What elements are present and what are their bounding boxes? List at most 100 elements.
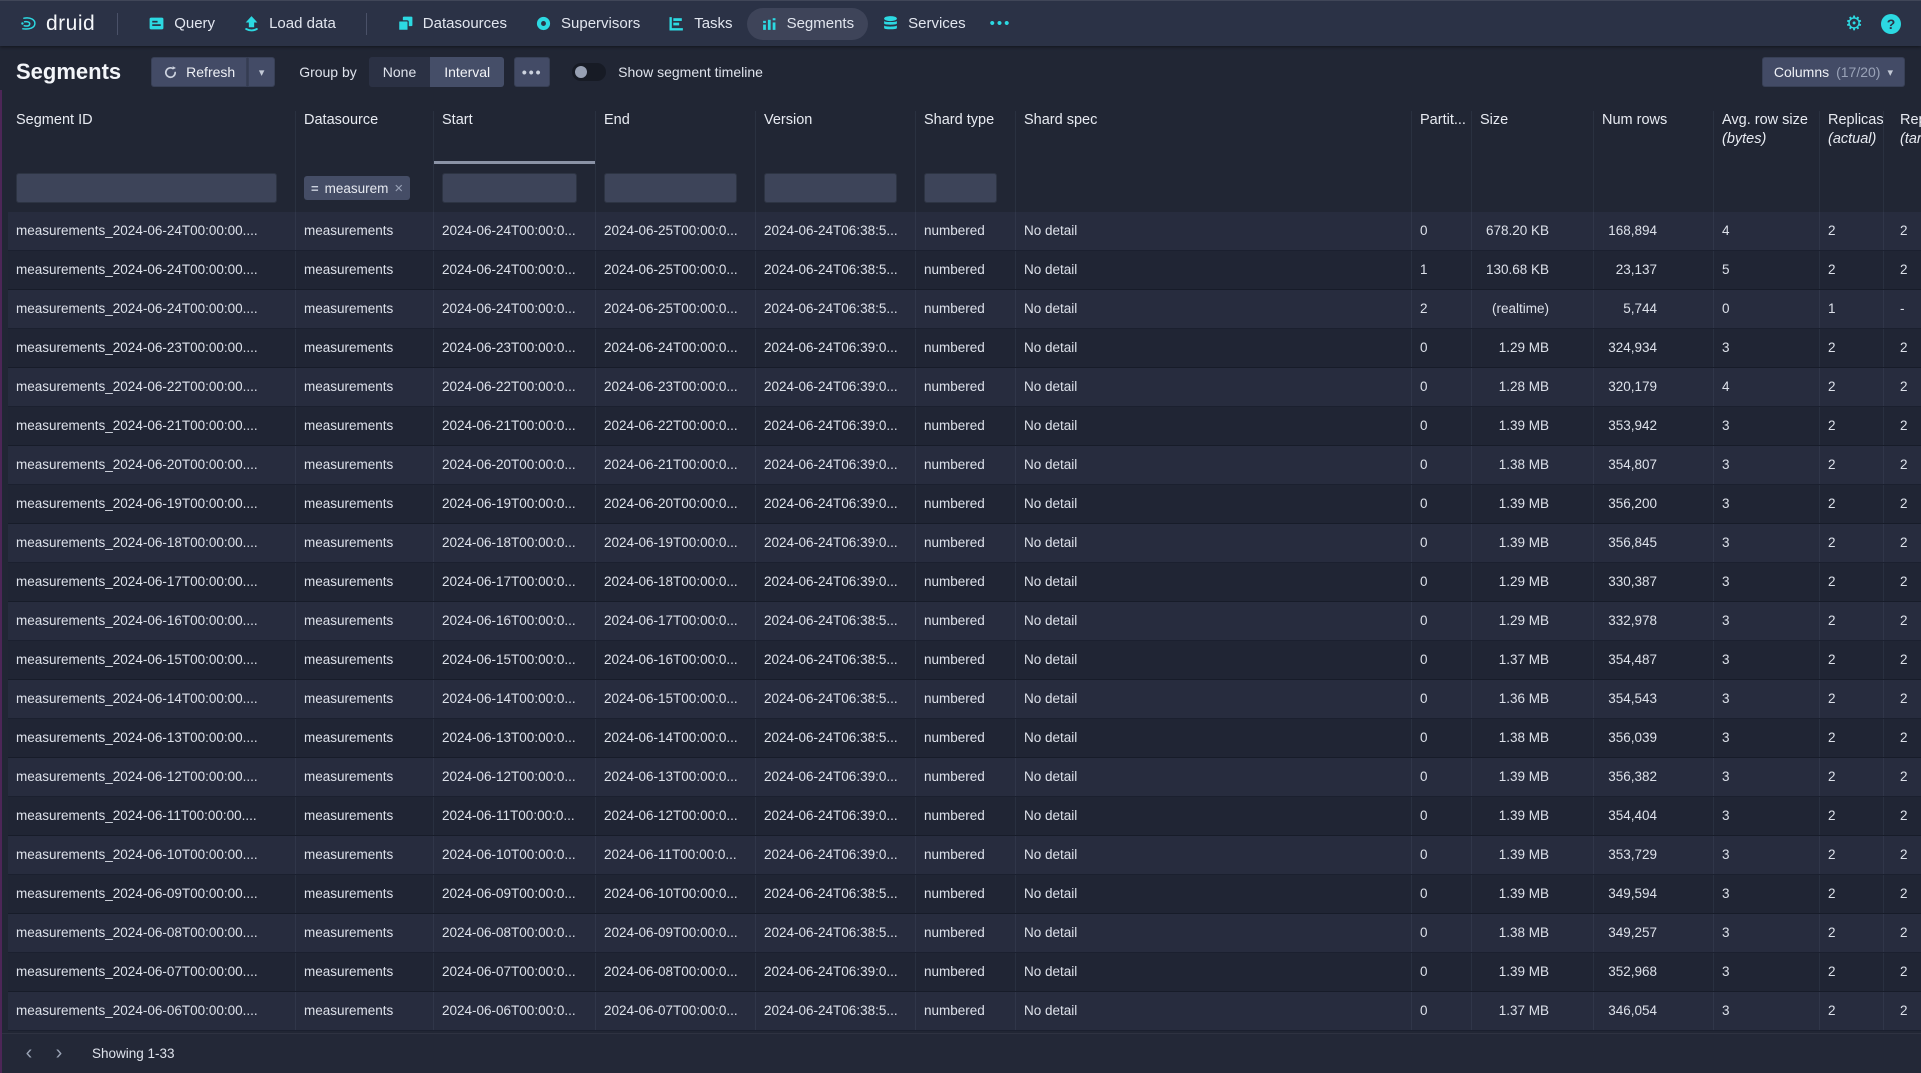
column-header-avg-row-size[interactable]: Avg. row size(bytes) [1714, 111, 1820, 164]
start-filter-input[interactable] [442, 173, 577, 203]
segment-id-cell[interactable]: measurements_2024-06-14T00:00:00.... [8, 680, 296, 718]
segment-id-cell[interactable]: measurements_2024-06-07T00:00:00.... [8, 953, 296, 991]
segment-id-cell[interactable]: measurements_2024-06-16T00:00:00.... [8, 602, 296, 640]
table-row[interactable]: measurements_2024-06-15T00:00:00.... mea… [8, 641, 1921, 680]
segment-id-cell[interactable]: measurements_2024-06-15T00:00:00.... [8, 641, 296, 679]
segment-id-cell[interactable]: measurements_2024-06-06T00:00:00.... [8, 992, 296, 1030]
num-rows-cell: 356,845 [1594, 524, 1714, 562]
nav-item-query[interactable]: Query [134, 8, 229, 40]
group-by-segmented-control: None Interval [369, 57, 504, 87]
replication-factor-cell: 2 [1884, 758, 1921, 796]
segment-id-cell[interactable]: measurements_2024-06-10T00:00:00.... [8, 836, 296, 874]
table-row[interactable]: measurements_2024-06-10T00:00:00.... mea… [8, 836, 1921, 875]
replication-factor-cell: 2 [1884, 485, 1921, 523]
previous-page-button[interactable]: ‹ [14, 1039, 44, 1069]
columns-dropdown-button[interactable]: Columns (17/20) ▾ [1762, 57, 1905, 87]
table-row[interactable]: measurements_2024-06-18T00:00:00.... mea… [8, 524, 1921, 563]
nav-item-load-data[interactable]: Load data [229, 8, 350, 40]
group-by-interval-button[interactable]: Interval [430, 57, 504, 87]
segment-id-cell[interactable]: measurements_2024-06-13T00:00:00.... [8, 719, 296, 757]
segment-id-cell[interactable]: measurements_2024-06-23T00:00:00.... [8, 329, 296, 367]
next-page-button[interactable]: › [44, 1039, 74, 1069]
more-options-button[interactable]: ••• [514, 57, 550, 87]
segment-id-cell[interactable]: measurements_2024-06-21T00:00:00.... [8, 407, 296, 445]
table-row[interactable]: measurements_2024-06-16T00:00:00.... mea… [8, 602, 1921, 641]
segment-id-cell[interactable]: measurements_2024-06-11T00:00:00.... [8, 797, 296, 835]
column-header-num-rows[interactable]: Num rows [1594, 111, 1714, 164]
shard-type-cell: numbered [916, 875, 1016, 913]
segment-id-cell[interactable]: measurements_2024-06-19T00:00:00.... [8, 485, 296, 523]
table-row[interactable]: measurements_2024-06-14T00:00:00.... mea… [8, 680, 1921, 719]
segment-id-cell[interactable]: measurements_2024-06-24T00:00:00.... [8, 212, 296, 250]
table-row[interactable]: measurements_2024-06-08T00:00:00.... mea… [8, 914, 1921, 953]
end-filter-input[interactable] [604, 173, 737, 203]
segment-id-cell[interactable]: measurements_2024-06-18T00:00:00.... [8, 524, 296, 562]
column-header-shard-type[interactable]: Shard type [916, 111, 1016, 164]
table-row[interactable]: measurements_2024-06-20T00:00:00.... mea… [8, 446, 1921, 485]
table-row[interactable]: measurements_2024-06-24T00:00:00.... mea… [8, 212, 1921, 251]
table-row[interactable]: measurements_2024-06-06T00:00:00.... mea… [8, 992, 1921, 1031]
table-row[interactable]: measurements_2024-06-19T00:00:00.... mea… [8, 485, 1921, 524]
partition-cell: 2 [1412, 290, 1472, 328]
replicas-cell: 2 [1820, 875, 1884, 913]
segment-id-cell[interactable]: measurements_2024-06-22T00:00:00.... [8, 368, 296, 406]
column-header-partition[interactable]: Partit... [1412, 111, 1472, 164]
segment-id-cell[interactable]: measurements_2024-06-20T00:00:00.... [8, 446, 296, 484]
column-header-shard-spec[interactable]: Shard spec [1016, 111, 1412, 164]
refresh-button[interactable]: Refresh [151, 57, 247, 87]
table-row[interactable]: measurements_2024-06-24T00:00:00.... mea… [8, 251, 1921, 290]
group-by-none-button[interactable]: None [369, 57, 430, 87]
table-row[interactable]: measurements_2024-06-24T00:00:00.... mea… [8, 290, 1921, 329]
table-row[interactable]: measurements_2024-06-23T00:00:00.... mea… [8, 329, 1921, 368]
table-row[interactable]: measurements_2024-06-17T00:00:00.... mea… [8, 563, 1921, 602]
version-cell: 2024-06-24T06:38:5... [756, 719, 916, 757]
segment-id-cell[interactable]: measurements_2024-06-09T00:00:00.... [8, 875, 296, 913]
nav-more-button[interactable]: ••• [980, 15, 1022, 32]
brand-name: druid [46, 12, 95, 36]
column-header-version[interactable]: Version [756, 111, 916, 164]
num-rows-cell: 356,200 [1594, 485, 1714, 523]
nav-item-tasks[interactable]: Tasks [654, 8, 746, 40]
shard-type-filter-input[interactable] [924, 173, 997, 203]
version-cell: 2024-06-24T06:39:0... [756, 836, 916, 874]
column-header-segment-id[interactable]: Segment ID [8, 111, 296, 164]
num-rows-cell: 349,594 [1594, 875, 1714, 913]
segment-id-cell[interactable]: measurements_2024-06-08T00:00:00.... [8, 914, 296, 952]
version-filter-input[interactable] [764, 173, 897, 203]
replication-factor-cell: 2 [1884, 407, 1921, 445]
nav-item-services[interactable]: Services [868, 8, 980, 40]
column-header-size[interactable]: Size [1472, 111, 1594, 164]
nav-item-datasources[interactable]: Datasources [383, 8, 521, 40]
segment-id-cell[interactable]: measurements_2024-06-24T00:00:00.... [8, 290, 296, 328]
segment-id-cell[interactable]: measurements_2024-06-17T00:00:00.... [8, 563, 296, 601]
segment-id-filter-input[interactable] [16, 173, 277, 203]
datasource-cell: measurements [296, 485, 434, 523]
table-row[interactable]: measurements_2024-06-11T00:00:00.... mea… [8, 797, 1921, 836]
table-row[interactable]: measurements_2024-06-09T00:00:00.... mea… [8, 875, 1921, 914]
table-row[interactable]: measurements_2024-06-07T00:00:00.... mea… [8, 953, 1921, 992]
replication-factor-cell: 2 [1884, 563, 1921, 601]
column-header-replicas[interactable]: Replicas(actual) [1820, 111, 1884, 164]
close-icon[interactable]: × [394, 180, 403, 197]
version-cell: 2024-06-24T06:39:0... [756, 563, 916, 601]
datasource-filter-tag[interactable]: = measurem × [304, 176, 410, 200]
supervisors-icon [535, 15, 552, 32]
column-header-start[interactable]: Start [434, 111, 596, 164]
end-cell: 2024-06-10T00:00:0... [596, 875, 756, 913]
column-header-end[interactable]: End [596, 111, 756, 164]
show-segment-timeline-toggle[interactable] [572, 63, 606, 81]
nav-item-supervisors[interactable]: Supervisors [521, 8, 654, 40]
column-header-replication-factor[interactable]: Replication factor(target) [1884, 111, 1921, 164]
segment-id-cell[interactable]: measurements_2024-06-12T00:00:00.... [8, 758, 296, 796]
refresh-dropdown-button[interactable]: ▾ [247, 57, 275, 87]
table-row[interactable]: measurements_2024-06-21T00:00:00.... mea… [8, 407, 1921, 446]
table-row[interactable]: measurements_2024-06-12T00:00:00.... mea… [8, 758, 1921, 797]
table-row[interactable]: measurements_2024-06-22T00:00:00.... mea… [8, 368, 1921, 407]
column-header-datasource[interactable]: Datasource [296, 111, 434, 164]
nav-item-segments[interactable]: Segments [747, 8, 869, 40]
help-icon[interactable]: ? [1881, 14, 1901, 34]
settings-gear-icon[interactable]: ⚙ [1845, 14, 1863, 34]
table-row[interactable]: measurements_2024-06-13T00:00:00.... mea… [8, 719, 1921, 758]
segment-id-cell[interactable]: measurements_2024-06-24T00:00:00.... [8, 251, 296, 289]
druid-logo[interactable]: druid [14, 12, 101, 36]
